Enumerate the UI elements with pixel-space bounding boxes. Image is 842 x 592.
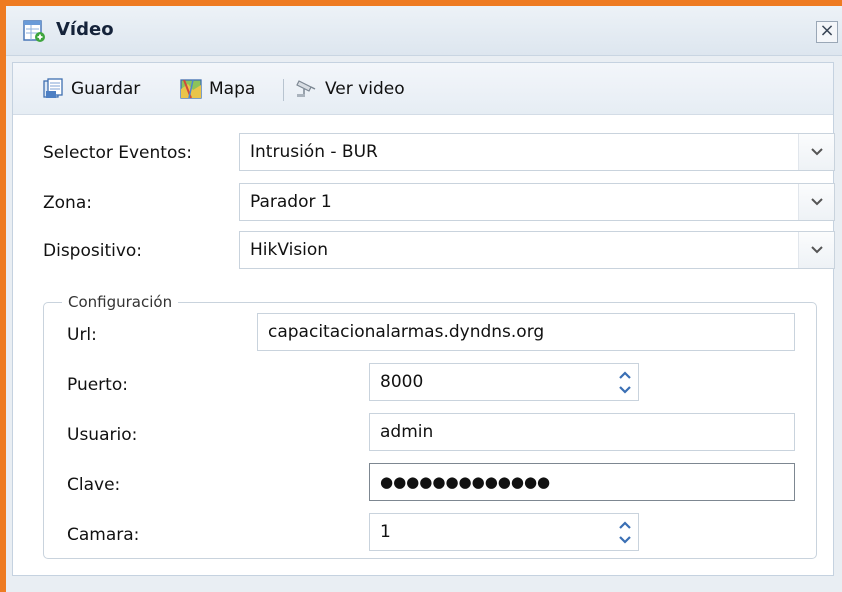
port-spinner-buttons[interactable] xyxy=(612,364,638,400)
spinner-down-icon[interactable] xyxy=(615,532,635,546)
zone-combo[interactable]: Parador 1 xyxy=(239,183,835,221)
close-button[interactable]: × xyxy=(816,21,838,43)
title-bar[interactable]: Vídeo × xyxy=(6,6,842,56)
user-field[interactable]: admin xyxy=(369,413,795,451)
spinner-down-icon[interactable] xyxy=(615,382,635,396)
zone-value: Parador 1 xyxy=(250,192,332,212)
event-selector-dropdown-button[interactable] xyxy=(798,134,834,170)
save-label: Guardar xyxy=(71,79,141,99)
camera-spinner[interactable]: 1 xyxy=(369,513,639,551)
save-icon xyxy=(43,78,63,98)
camera-label: Camara: xyxy=(67,525,140,545)
zone-dropdown-button[interactable] xyxy=(798,184,834,220)
event-selector-combo[interactable]: Intrusión - BUR xyxy=(239,133,835,171)
window-title: Vídeo xyxy=(56,19,114,40)
form-panel: Guardar Mapa Ver video Selector Eventos:… xyxy=(12,62,835,576)
configuration-legend: Configuración xyxy=(68,293,173,311)
chevron-down-icon xyxy=(810,198,823,206)
event-selector-value: Intrusión - BUR xyxy=(250,142,378,162)
password-field[interactable]: ●●●●●●●●●●●●● xyxy=(369,463,795,501)
port-label: Puerto: xyxy=(67,375,128,395)
view-video-label: Ver video xyxy=(325,79,405,99)
zone-label: Zona: xyxy=(43,193,92,213)
spinner-up-icon[interactable] xyxy=(615,518,635,532)
device-combo[interactable]: HikVision xyxy=(239,231,835,269)
user-label: Usuario: xyxy=(67,425,138,445)
port-value: 8000 xyxy=(380,372,424,392)
password-label: Clave: xyxy=(67,475,121,495)
toolbar: Guardar Mapa Ver video xyxy=(13,63,833,115)
spinner-up-icon[interactable] xyxy=(615,368,635,382)
url-field[interactable]: capacitacionalarmas.dyndns.org xyxy=(257,313,795,351)
event-selector-label: Selector Eventos: xyxy=(43,143,192,163)
close-icon: × xyxy=(819,20,835,41)
device-label: Dispositivo: xyxy=(43,241,143,261)
camera-spinner-buttons[interactable] xyxy=(612,514,638,550)
map-label: Mapa xyxy=(209,79,256,99)
video-camera-icon xyxy=(296,80,316,97)
device-dropdown-button[interactable] xyxy=(798,232,834,268)
device-value: HikVision xyxy=(250,240,329,260)
chevron-down-icon xyxy=(810,148,823,156)
save-button[interactable]: Guardar xyxy=(41,76,140,102)
toolbar-separator xyxy=(283,79,284,101)
port-spinner[interactable]: 8000 xyxy=(369,363,639,401)
map-button[interactable]: Mapa xyxy=(179,76,255,102)
map-icon xyxy=(180,79,202,99)
password-value: ●●●●●●●●●●●●● xyxy=(380,473,551,491)
user-value: admin xyxy=(380,422,434,442)
video-window: Vídeo × Guardar Mapa Ver video Selector … xyxy=(6,6,842,592)
url-label: Url: xyxy=(67,325,97,345)
chevron-down-icon xyxy=(810,246,823,254)
window-grid-icon xyxy=(22,19,46,43)
view-video-button[interactable]: Ver video xyxy=(295,76,405,102)
camera-value: 1 xyxy=(380,522,391,542)
url-value: capacitacionalarmas.dyndns.org xyxy=(268,322,545,342)
